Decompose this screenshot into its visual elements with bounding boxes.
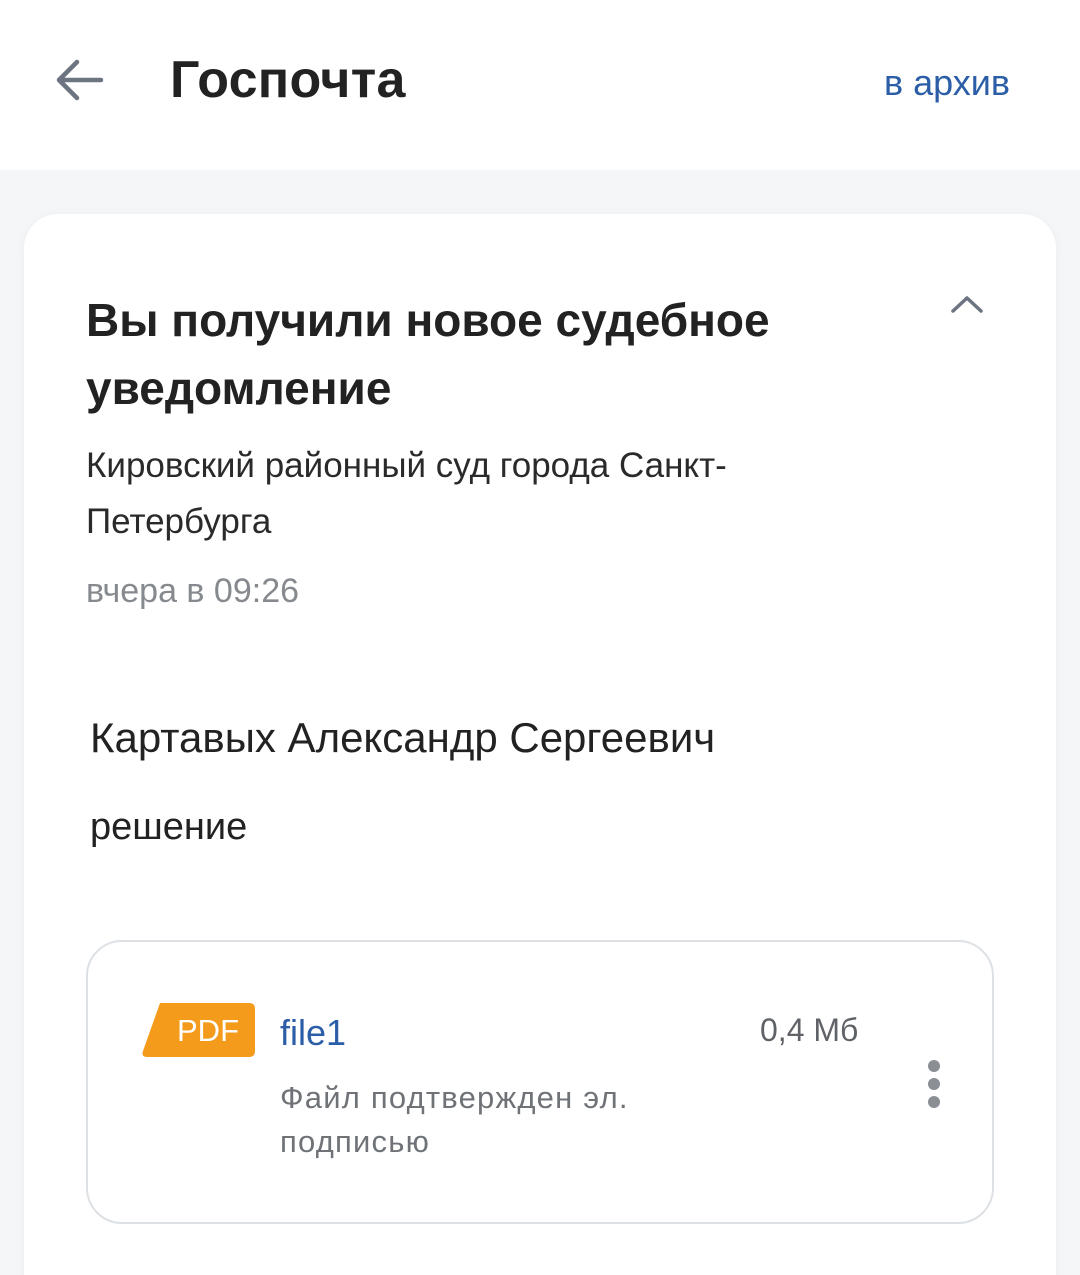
document-kind: решение [90, 806, 248, 848]
signature-status: Файл подтвержден эл. подписью [280, 1080, 629, 1159]
recipient-name: Картавых Александр Сергеевич [90, 714, 716, 761]
timestamp: вчера в 09:26 [86, 572, 300, 610]
file-name-link[interactable]: file1 [280, 1012, 346, 1054]
page-title: Госпочта [170, 51, 406, 109]
pdf-file-icon: PDF [142, 1003, 255, 1057]
chevron-up-icon [951, 296, 983, 313]
app-screen: Госпочта в архив Вы получили новое судеб… [0, 0, 1080, 1275]
collapse-button[interactable] [944, 284, 990, 324]
sender-name: Кировский районный суд города Санкт-Пете… [86, 446, 727, 541]
archive-button[interactable]: в архив [884, 62, 1010, 104]
notification-card: Вы получили новое судебное уведомление К… [24, 214, 1056, 1275]
arrow-left-icon [56, 59, 104, 101]
pdf-badge-label: PDF [177, 1013, 239, 1048]
top-bar: Госпочта в архив [0, 0, 1080, 170]
attachment-card[interactable]: PDF file1 0,4 Мб Файл подтвержден эл. по… [86, 940, 994, 1224]
file-size: 0,4 Мб [760, 1012, 859, 1048]
notification-title: Вы получили новое судебное уведомление [86, 294, 770, 414]
back-button[interactable] [48, 52, 110, 108]
more-options-button[interactable] [914, 1054, 954, 1114]
more-vertical-icon [928, 1060, 940, 1108]
